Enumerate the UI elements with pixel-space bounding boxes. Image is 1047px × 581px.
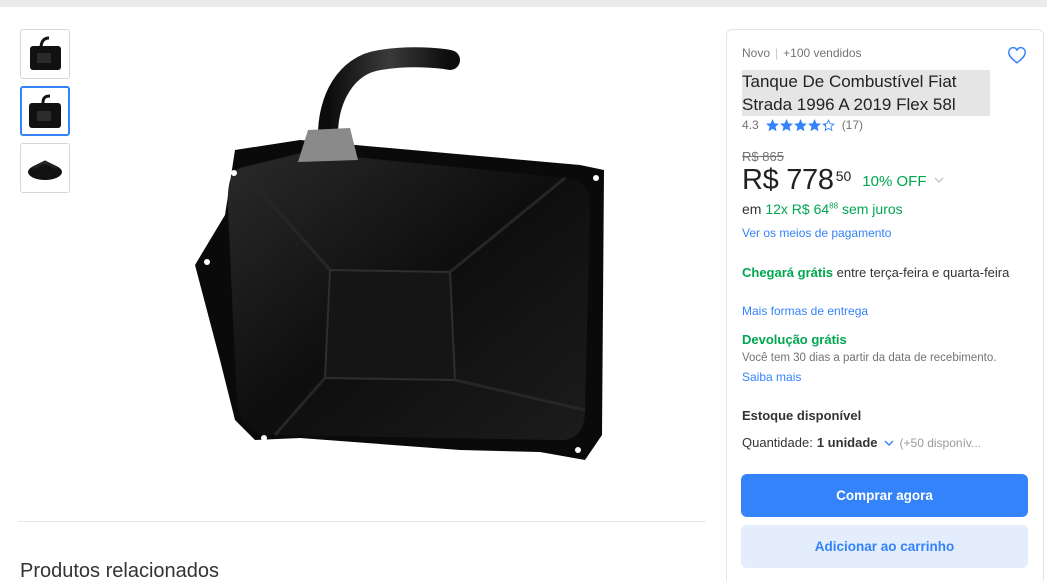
installments-value: 12x R$ 6488 sem juros bbox=[765, 201, 903, 217]
rating-row[interactable]: 4.3 (17) bbox=[742, 118, 863, 132]
shipping-options-link[interactable]: Mais formas de entrega bbox=[742, 304, 868, 318]
returns-text: Você tem 30 dias a partir da data de rec… bbox=[742, 352, 997, 364]
shipping-title: Chegará grátis bbox=[742, 265, 834, 280]
product-main-image[interactable] bbox=[180, 40, 620, 480]
current-price-cents: 50 bbox=[835, 168, 852, 184]
installments-line: em 12x R$ 6488 sem juros bbox=[742, 201, 903, 217]
buy-box: Novo | +100 vendidos Tanque De Combustível… bbox=[726, 29, 1044, 581]
buy-now-button[interactable]: Comprar agora bbox=[741, 474, 1028, 517]
available-count: (+50 disponív... bbox=[899, 435, 982, 450]
installments-suffix: sem juros bbox=[838, 201, 903, 217]
thumbnail-2[interactable] bbox=[20, 86, 70, 136]
thumbnail-3[interactable] bbox=[20, 143, 70, 193]
shipping-text: entre terça-feira e quarta-feira bbox=[833, 265, 1010, 280]
payment-methods-link[interactable]: Ver os meios de pagamento bbox=[742, 226, 891, 240]
rating-count: (17) bbox=[841, 118, 864, 132]
price-row: R$ 778 50 10% OFF bbox=[742, 164, 944, 197]
tank-thumbnail-image bbox=[28, 160, 62, 180]
top-strip bbox=[0, 0, 1047, 7]
rating-stars bbox=[765, 118, 835, 132]
returns-learn-more-link[interactable]: Saiba mais bbox=[742, 370, 801, 384]
quantity-value: 1 unidade bbox=[816, 435, 878, 450]
condition-label: Novo bbox=[742, 46, 771, 60]
shipping-info: Chegará grátis entre terça-feira e quart… bbox=[742, 264, 1032, 282]
quantity-label: Quantidade: bbox=[742, 435, 813, 450]
tank-thumbnail-image bbox=[30, 36, 61, 70]
thumbnail-gallery bbox=[20, 29, 71, 200]
chevron-down-icon[interactable] bbox=[934, 176, 944, 184]
sold-count: +100 vendidos bbox=[783, 46, 862, 60]
installments-prefix: em bbox=[742, 201, 766, 217]
discount-badge: 10% OFF bbox=[862, 173, 927, 190]
returns-title: Devolução grátis bbox=[742, 332, 847, 347]
fuel-tank-image bbox=[195, 47, 604, 460]
star-icon bbox=[779, 118, 793, 131]
installments-cents: 88 bbox=[829, 201, 839, 211]
add-to-cart-button[interactable]: Adicionar ao carrinho bbox=[741, 525, 1028, 568]
star-icon bbox=[807, 118, 821, 131]
star-icon bbox=[793, 118, 807, 131]
rating-value: 4.3 bbox=[742, 118, 759, 132]
heart-outline-icon[interactable] bbox=[1006, 44, 1028, 66]
original-price: R$ 865 bbox=[742, 149, 784, 164]
tank-thumbnail-image bbox=[29, 94, 61, 128]
condition-line: Novo | +100 vendidos bbox=[742, 46, 862, 60]
related-products-heading: Produtos relacionados bbox=[20, 560, 220, 581]
chevron-down-icon bbox=[884, 440, 894, 446]
quantity-selector[interactable]: Quantidade: 1 unidade (+50 disponív... bbox=[742, 435, 981, 450]
separator: | bbox=[775, 46, 779, 60]
stock-label: Estoque disponível bbox=[742, 408, 862, 423]
current-price: R$ 778 bbox=[742, 164, 834, 196]
section-divider bbox=[18, 521, 706, 522]
star-icon bbox=[821, 118, 835, 131]
product-title: Tanque De Combustível Fiat Strada 1996 A… bbox=[742, 70, 990, 116]
thumbnail-1[interactable] bbox=[20, 29, 70, 79]
star-icon bbox=[765, 118, 779, 131]
